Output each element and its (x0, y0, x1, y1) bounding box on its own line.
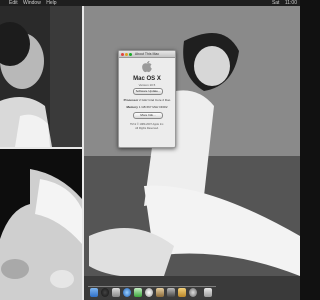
menu-item-window[interactable]: Window (23, 0, 41, 6)
processor-value: 2 GHz Intel Core 2 Duo (139, 98, 171, 102)
wallpaper-photo-top-left (0, 6, 82, 147)
os-name: Mac OS X (133, 76, 161, 82)
rights-line: All Rights Reserved. (135, 127, 159, 130)
menu-extras: Sat 11:00 (268, 0, 297, 6)
more-info-button[interactable]: More Info... (133, 112, 163, 119)
wallpaper-photo-bottom-left (0, 149, 82, 300)
mail-icon[interactable] (112, 288, 120, 297)
wallpaper-photo-right (84, 6, 300, 300)
menu-bar: Edit Window Help Sat 11:00 (0, 0, 300, 6)
imovie-icon[interactable] (167, 288, 175, 297)
itunes-icon[interactable] (145, 288, 153, 297)
menu-items: Edit Window Help (9, 0, 61, 6)
software-update-button[interactable]: Software Update... (133, 88, 163, 95)
system-preferences-icon[interactable] (189, 288, 197, 297)
dock (88, 286, 216, 299)
copyright-line: TM & © 1983-2007 Apple Inc. (129, 123, 165, 126)
memory-row: Memory 1 GB 667 MHz DDR2 (121, 105, 173, 109)
processor-label: Processor (123, 98, 139, 102)
about-this-mac-window: About This Mac Mac OS X Version 10.5 Sof… (118, 50, 176, 148)
iphoto-icon[interactable] (156, 288, 164, 297)
menu-item-edit[interactable]: Edit (9, 0, 18, 6)
window-titlebar[interactable]: About This Mac (119, 51, 175, 58)
os-version: Version 10.5 (138, 83, 156, 87)
memory-value: 1 GB 667 MHz DDR2 (138, 105, 168, 109)
menu-clock-time[interactable]: 11:00 (285, 0, 297, 6)
memory-label: Memory (126, 105, 138, 109)
menu-clock-day[interactable]: Sat (272, 0, 280, 6)
garageband-icon[interactable] (178, 288, 186, 297)
menu-item-help[interactable]: Help (46, 0, 56, 6)
window-title: About This Mac (134, 52, 160, 56)
safari-icon[interactable] (123, 288, 131, 297)
finder-icon[interactable] (90, 288, 98, 297)
dashboard-icon[interactable] (101, 288, 109, 297)
ichat-icon[interactable] (134, 288, 142, 297)
processor-row: Processor 2 GHz Intel Core 2 Duo (121, 98, 173, 102)
trash-icon[interactable] (204, 288, 212, 297)
apple-logo-icon (141, 60, 153, 73)
